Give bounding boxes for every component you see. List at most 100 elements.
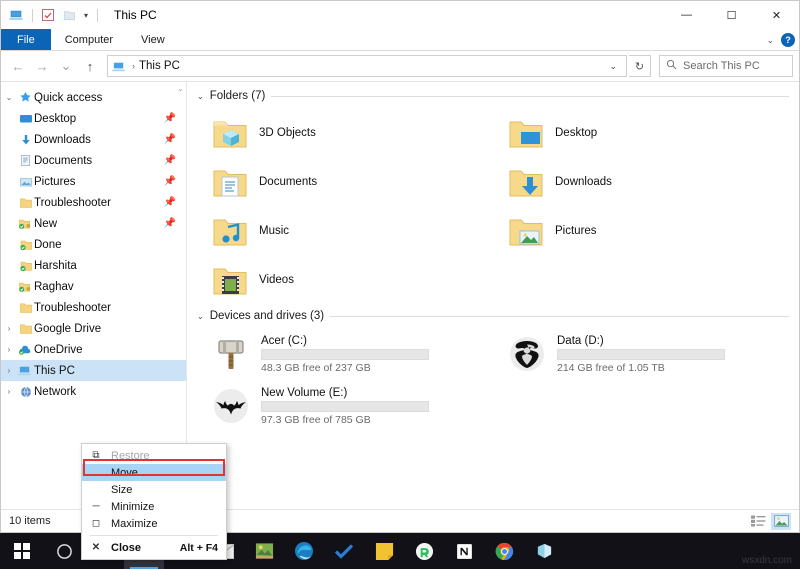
menu-item-close[interactable]: ✕ Close Alt + F4: [82, 539, 226, 556]
list-item[interactable]: Desktop: [493, 108, 789, 157]
address-dropdown-icon[interactable]: ⌄: [604, 61, 622, 72]
breadcrumb-this-pc[interactable]: This PC: [139, 60, 180, 72]
sidebar-item-google-drive[interactable]: › Google Drive: [1, 318, 186, 339]
list-item[interactable]: Downloads: [493, 157, 789, 206]
store-icon[interactable]: [524, 533, 564, 569]
tab-file[interactable]: File: [1, 29, 51, 50]
view-toggles: [748, 513, 791, 530]
collapse-ribbon-chevron-icon[interactable]: ⌄: [766, 35, 774, 46]
content-pane: ⌄ Folders (7): [187, 82, 799, 509]
window-title: This PC: [114, 8, 157, 22]
notion-icon[interactable]: [444, 533, 484, 569]
chevron-down-icon[interactable]: ⌄: [197, 312, 204, 321]
list-item[interactable]: Acer (C:) 48.3 GB free of 237 GB: [197, 328, 493, 380]
properties-icon[interactable]: [40, 7, 56, 23]
sidebar-item-label: New: [34, 218, 57, 230]
sidebar-item-new[interactable]: New 📌: [1, 213, 186, 234]
expander-icon[interactable]: ›: [1, 366, 17, 375]
this-pc-icon: [112, 58, 128, 74]
menu-item-restore[interactable]: ⧉ Restore: [82, 447, 226, 464]
pin-icon: [17, 91, 34, 104]
minimize-button[interactable]: —: [664, 1, 709, 29]
large-icons-view-button[interactable]: [771, 513, 791, 530]
list-item[interactable]: Videos: [197, 255, 493, 304]
window-controls: — ☐ ✕: [664, 1, 799, 29]
list-item[interactable]: Documents: [197, 157, 493, 206]
maximize-button[interactable]: ☐: [709, 1, 754, 29]
search-icon: [666, 59, 677, 73]
list-item[interactable]: Data (D:) 214 GB free of 1.05 TB: [493, 328, 789, 380]
chrome-icon[interactable]: [484, 533, 524, 569]
folder-name: Videos: [259, 274, 294, 286]
refresh-button[interactable]: ↻: [629, 55, 651, 77]
help-icon[interactable]: ?: [781, 33, 795, 47]
sidebar-item-pictures[interactable]: Pictures 📌: [1, 171, 186, 192]
folder-pictures-icon: [507, 212, 545, 250]
list-item[interactable]: Music: [197, 206, 493, 255]
evernote-icon[interactable]: [404, 533, 444, 569]
expander-icon[interactable]: ›: [1, 324, 17, 333]
expander-icon[interactable]: ›: [1, 345, 17, 354]
sidebar-item-quick-access[interactable]: ⌄ Quick access: [1, 87, 186, 108]
sidebar-item-documents[interactable]: Documents 📌: [1, 150, 186, 171]
new-folder-icon[interactable]: [61, 7, 77, 23]
ribbon-right-controls: ⌄ ?: [766, 29, 795, 51]
sidebar-item-raghav[interactable]: Raghav: [1, 276, 186, 297]
forward-button[interactable]: →: [31, 55, 53, 77]
sidebar-item-harshita[interactable]: Harshita: [1, 255, 186, 276]
tab-computer[interactable]: Computer: [51, 29, 127, 50]
todo-icon[interactable]: [324, 533, 364, 569]
close-button[interactable]: ✕: [754, 1, 799, 29]
paint-icon[interactable]: [244, 533, 284, 569]
list-item[interactable]: New Volume (E:) 97.3 GB free of 785 GB: [197, 380, 493, 432]
capacity-bar: [557, 349, 725, 360]
breadcrumb[interactable]: › This PC ⌄: [107, 55, 627, 77]
customize-chevron-icon[interactable]: ▾: [82, 11, 90, 20]
folder-name: Pictures: [555, 225, 597, 237]
sidebar-item-desktop[interactable]: Desktop 📌: [1, 108, 186, 129]
folders-group-title: Folders (7): [210, 90, 266, 102]
folder-icon: [17, 196, 34, 210]
sidebar-item-downloads[interactable]: Downloads 📌: [1, 129, 186, 150]
sidebar-item-label: This PC: [34, 365, 75, 377]
list-item[interactable]: Pictures: [493, 206, 789, 255]
sidebar-item-label: OneDrive: [34, 344, 83, 356]
drive-free-space: 214 GB free of 1.05 TB: [557, 362, 725, 374]
menu-item-minimize[interactable]: ─ Minimize: [82, 498, 226, 515]
hammer-drive-icon: [211, 334, 251, 374]
list-item[interactable]: 3D Objects: [197, 108, 493, 157]
item-count: 10 items: [9, 515, 51, 527]
details-view-button[interactable]: [748, 513, 768, 530]
drives-group-header[interactable]: ⌄ Devices and drives (3): [197, 310, 789, 322]
this-pc-icon[interactable]: [9, 7, 25, 23]
menu-item-move[interactable]: Move: [82, 464, 226, 481]
sidebar-item-troubleshooter-2[interactable]: Troubleshooter: [1, 297, 186, 318]
menu-item-maximize[interactable]: ◻ Maximize: [82, 515, 226, 532]
divider: [330, 316, 789, 317]
sidebar-item-this-pc[interactable]: › This PC: [1, 360, 186, 381]
folders-group-header[interactable]: ⌄ Folders (7): [197, 90, 789, 102]
recent-locations-button[interactable]: ⌄: [55, 55, 77, 77]
scroll-up-icon[interactable]: ⌄: [178, 85, 184, 93]
tab-view[interactable]: View: [127, 29, 179, 50]
search-input[interactable]: Search This PC: [683, 60, 760, 72]
expander-icon[interactable]: ›: [1, 387, 17, 396]
expander-icon[interactable]: ⌄: [1, 93, 17, 102]
start-button[interactable]: [0, 533, 44, 569]
sidebar-item-onedrive[interactable]: › OneDrive: [1, 339, 186, 360]
search-box[interactable]: Search This PC: [659, 55, 793, 77]
back-button[interactable]: ←: [7, 55, 29, 77]
chevron-down-icon[interactable]: ⌄: [197, 92, 204, 101]
cortana-icon[interactable]: [44, 533, 84, 569]
restore-icon: ⧉: [90, 450, 102, 461]
folder-name: Downloads: [555, 176, 612, 188]
folder-documents-icon: [211, 163, 249, 201]
sidebar-item-troubleshooter[interactable]: Troubleshooter 📌: [1, 192, 186, 213]
sidebar-item-done[interactable]: Done: [1, 234, 186, 255]
sticky-notes-icon[interactable]: [364, 533, 404, 569]
sidebar-item-network[interactable]: › Network: [1, 381, 186, 402]
edge-icon[interactable]: [284, 533, 324, 569]
menu-item-size[interactable]: Size: [82, 481, 226, 498]
pictures-icon: [17, 175, 34, 189]
up-button[interactable]: ↑: [79, 55, 101, 77]
